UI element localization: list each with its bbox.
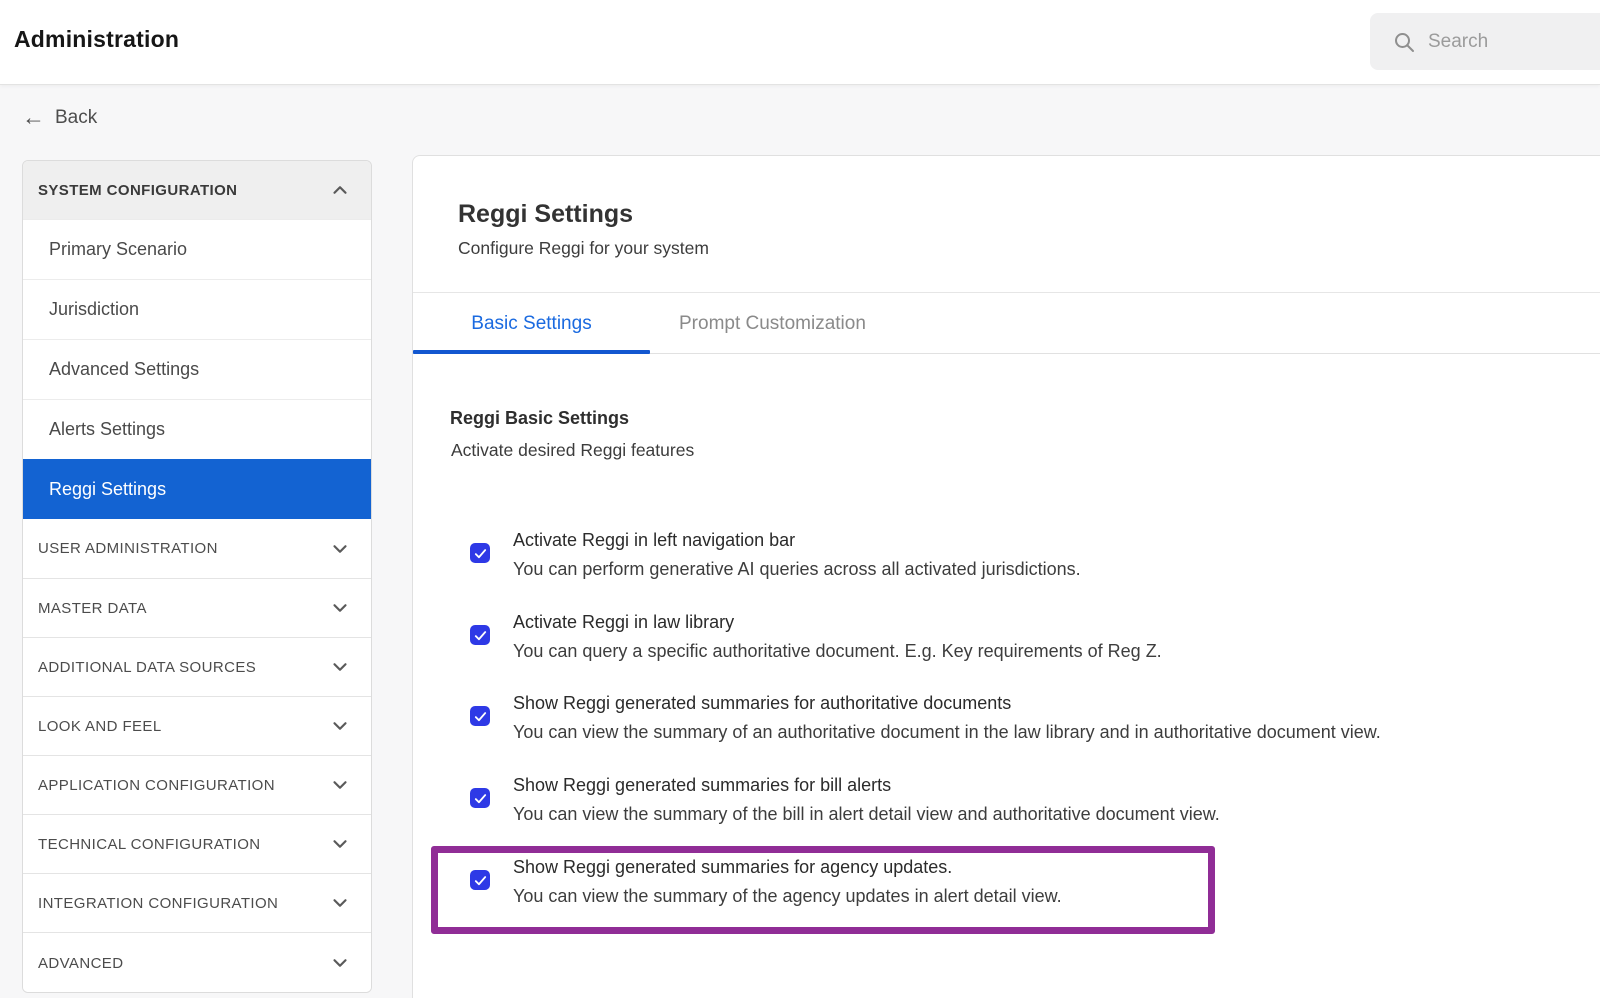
setting-description: You can perform generative AI queries ac…	[513, 555, 1081, 584]
checkmark-icon	[473, 628, 488, 643]
back-label: Back	[55, 107, 97, 129]
tabs-bar: Basic Settings Prompt Customization	[413, 293, 1600, 354]
sidebar-section-technical-configuration[interactable]: TECHNICAL CONFIGURATION	[23, 814, 371, 873]
setting-label: Show Reggi generated summaries for bill …	[513, 771, 891, 800]
setting-row-left-nav: Activate Reggi in left navigation bar Yo…	[413, 524, 1600, 586]
tab-label: Prompt Customization	[679, 313, 866, 335]
checkbox-bill-alert-summaries[interactable]	[470, 788, 490, 808]
sidebar-section-additional-data-sources[interactable]: ADDITIONAL DATA SOURCES	[23, 637, 371, 696]
checkmark-icon	[473, 873, 488, 888]
panel-subtitle: Configure Reggi for your system	[458, 238, 709, 259]
sidebar-item-label: Primary Scenario	[49, 239, 187, 260]
section-subheading: Activate desired Reggi features	[451, 440, 694, 461]
reggi-settings-panel: Reggi Settings Configure Reggi for your …	[412, 155, 1600, 998]
sidebar-section-label: ADVANCED	[38, 955, 123, 972]
checkbox-authoritative-summaries[interactable]	[470, 706, 490, 726]
setting-description: You can query a specific authoritative d…	[513, 637, 1162, 666]
sidebar-collapsed-sections: USER ADMINISTRATION MASTER DATA ADDITION…	[23, 519, 371, 993]
sidebar-section-label: MASTER DATA	[38, 600, 147, 617]
setting-label: Activate Reggi in left navigation bar	[513, 526, 795, 555]
back-button[interactable]: ← Back	[22, 106, 97, 129]
sidebar-section-label: USER ADMINISTRATION	[38, 540, 218, 557]
chevron-down-icon	[329, 538, 351, 560]
sidebar-item-reggi-settings[interactable]: Reggi Settings	[23, 459, 371, 519]
setting-label: Show Reggi generated summaries for autho…	[513, 689, 1011, 718]
setting-row-authoritative-summaries: Show Reggi generated summaries for autho…	[413, 687, 1600, 749]
setting-description: You can view the summary of an authorita…	[513, 718, 1381, 747]
checkbox-agency-update-summaries[interactable]	[470, 870, 490, 890]
sidebar-item-label: Advanced Settings	[49, 359, 199, 380]
sidebar-section-label: TECHNICAL CONFIGURATION	[38, 836, 261, 853]
sidebar-section-look-and-feel[interactable]: LOOK AND FEEL	[23, 696, 371, 755]
sidebar-item-alerts-settings[interactable]: Alerts Settings	[23, 399, 371, 459]
chevron-down-icon	[329, 774, 351, 796]
administration-page: Administration Search ← Back SYSTEM CONF…	[0, 0, 1600, 998]
sidebar-section-label: APPLICATION CONFIGURATION	[38, 777, 275, 794]
sidebar-section-master-data[interactable]: MASTER DATA	[23, 578, 371, 637]
sidebar-section-application-configuration[interactable]: APPLICATION CONFIGURATION	[23, 755, 371, 814]
sidebar-item-label: Reggi Settings	[49, 479, 166, 500]
chevron-down-icon	[329, 656, 351, 678]
chevron-down-icon	[329, 597, 351, 619]
sidebar-section-advanced[interactable]: ADVANCED	[23, 932, 371, 993]
setting-label: Activate Reggi in law library	[513, 608, 734, 637]
tab-label: Basic Settings	[471, 313, 591, 335]
search-placeholder: Search	[1428, 31, 1488, 53]
active-tab-indicator	[413, 350, 650, 354]
sidebar-item-jurisdiction[interactable]: Jurisdiction	[23, 279, 371, 339]
sidebar-section-label: SYSTEM CONFIGURATION	[38, 182, 237, 199]
checkmark-icon	[473, 791, 488, 806]
search-icon	[1392, 30, 1416, 54]
setting-row-agency-update-summaries: Show Reggi generated summaries for agenc…	[413, 851, 1600, 913]
page-title: Administration	[14, 26, 179, 53]
chevron-down-icon	[329, 715, 351, 737]
chevron-down-icon	[329, 892, 351, 914]
sidebar-section-label: ADDITIONAL DATA SOURCES	[38, 659, 256, 676]
sidebar-item-advanced-settings[interactable]: Advanced Settings	[23, 339, 371, 399]
sidebar-item-primary-scenario[interactable]: Primary Scenario	[23, 219, 371, 279]
sidebar-section-label: INTEGRATION CONFIGURATION	[38, 895, 278, 912]
checkbox-activate-left-nav[interactable]	[470, 543, 490, 563]
chevron-up-icon	[329, 179, 351, 201]
chevron-down-icon	[329, 952, 351, 974]
sidebar-item-label: Jurisdiction	[49, 299, 139, 320]
sidebar-section-label: LOOK AND FEEL	[38, 718, 162, 735]
setting-label: Show Reggi generated summaries for agenc…	[513, 853, 952, 882]
search-input[interactable]: Search	[1370, 13, 1600, 70]
setting-description: You can view the summary of the bill in …	[513, 800, 1220, 829]
tab-prompt-customization[interactable]: Prompt Customization	[669, 293, 876, 354]
sidebar-item-label: Alerts Settings	[49, 419, 165, 440]
setting-row-law-library: Activate Reggi in law library You can qu…	[413, 606, 1600, 668]
checkmark-icon	[473, 709, 488, 724]
sidebar-section-integration-configuration[interactable]: INTEGRATION CONFIGURATION	[23, 873, 371, 932]
setting-row-bill-alert-summaries: Show Reggi generated summaries for bill …	[413, 769, 1600, 831]
panel-title: Reggi Settings	[458, 200, 633, 229]
settings-sidebar: SYSTEM CONFIGURATION Primary Scenario Ju…	[22, 160, 372, 993]
back-arrow-icon: ←	[22, 106, 45, 129]
top-bar: Administration Search	[0, 0, 1600, 85]
checkbox-activate-law-library[interactable]	[470, 625, 490, 645]
chevron-down-icon	[329, 833, 351, 855]
tab-basic-settings[interactable]: Basic Settings	[413, 293, 650, 354]
sidebar-section-system-configuration[interactable]: SYSTEM CONFIGURATION	[23, 161, 371, 219]
section-heading: Reggi Basic Settings	[450, 408, 629, 429]
setting-description: You can view the summary of the agency u…	[513, 882, 1062, 911]
checkmark-icon	[473, 546, 488, 561]
sidebar-section-user-administration[interactable]: USER ADMINISTRATION	[23, 519, 371, 578]
